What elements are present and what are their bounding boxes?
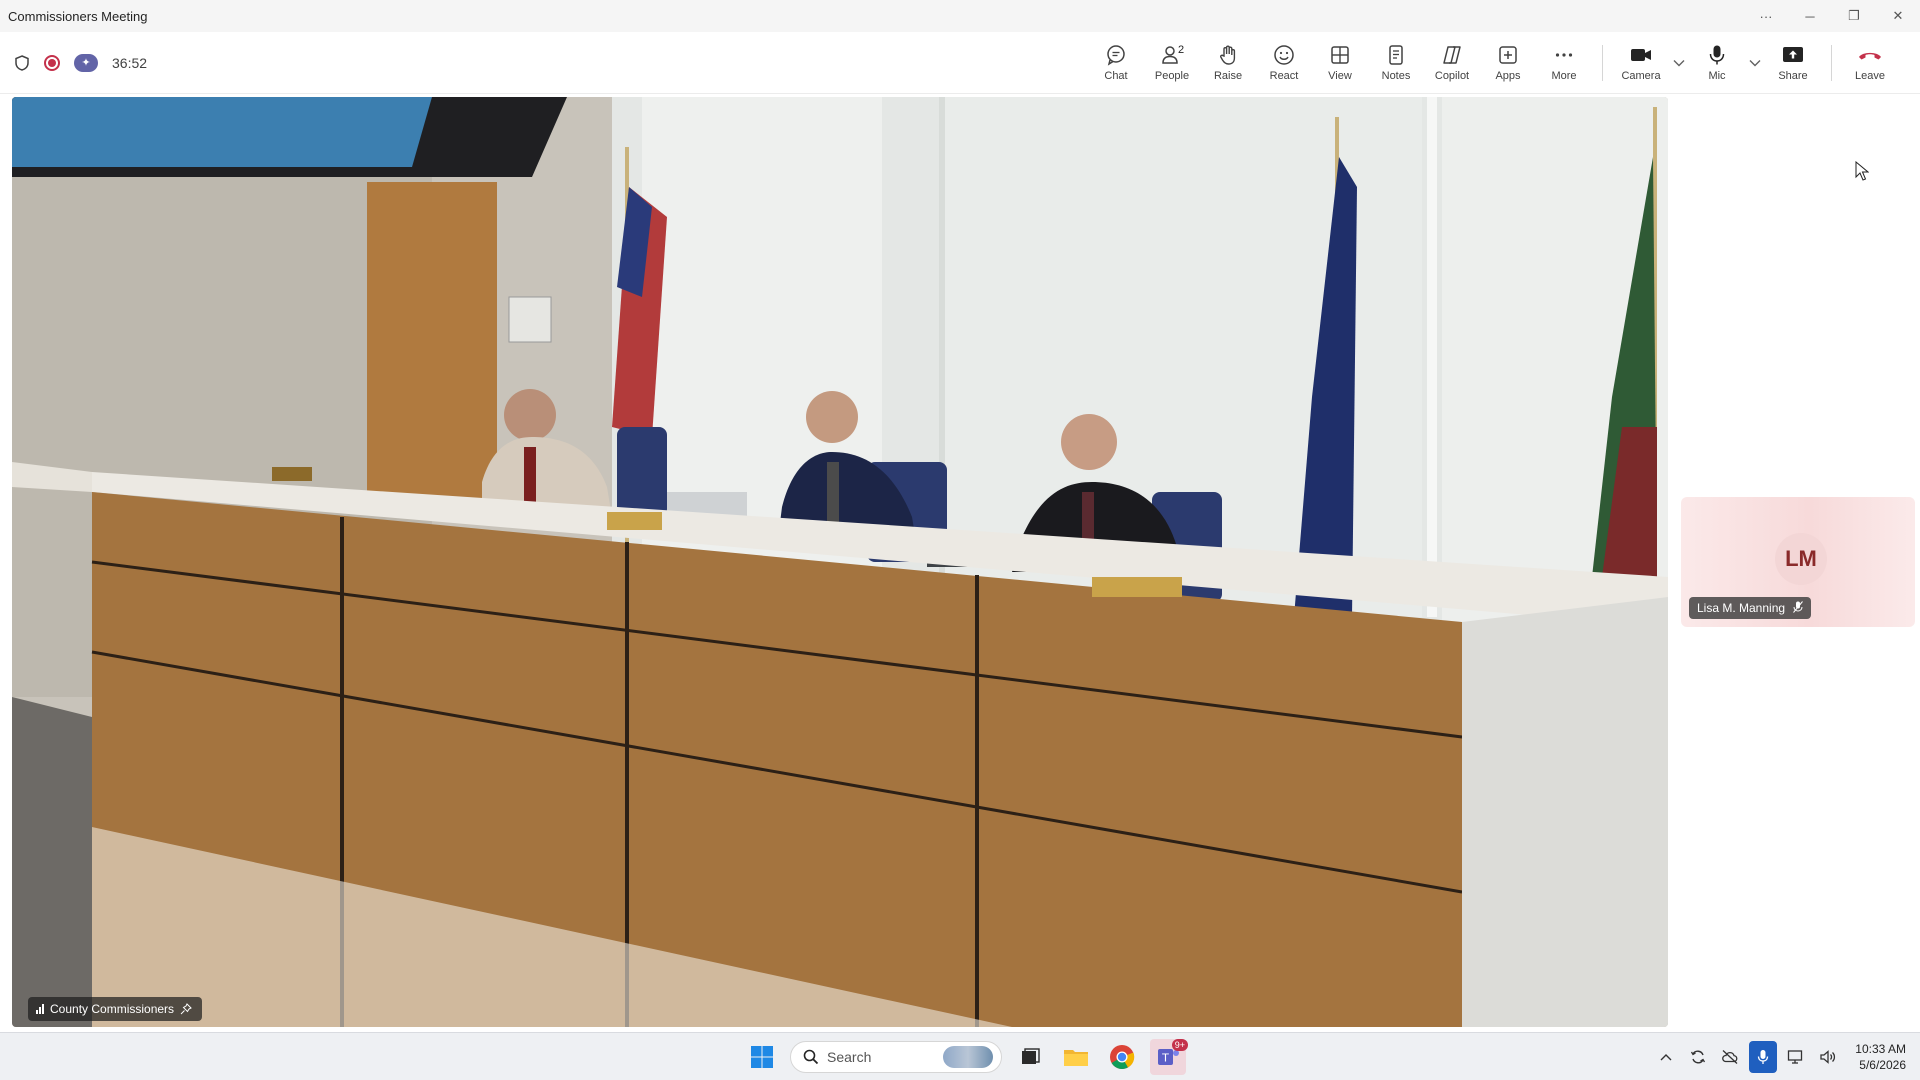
more-icon <box>1553 44 1575 66</box>
file-explorer-icon[interactable] <box>1058 1039 1094 1075</box>
clock-date: 5/6/2026 <box>1859 1058 1906 1072</box>
main-video-stage[interactable]: County Commissioners <box>12 97 1668 1027</box>
search-placeholder: Search <box>827 1049 872 1065</box>
chat-icon <box>1105 44 1127 66</box>
mic-label: Mic <box>1708 69 1726 82</box>
meeting-timer: 36:52 <box>112 54 148 71</box>
teams-notification-badge: 9+ <box>1171 1039 1188 1051</box>
meeting-toolbar: ✦ 36:52 Chat 2 People Raise React View N… <box>0 32 1920 94</box>
mic-options-chevron-icon[interactable] <box>1745 32 1765 94</box>
mic-muted-icon <box>1793 600 1803 616</box>
more-label: More <box>1551 69 1577 82</box>
room-video-feed <box>12 97 1668 1027</box>
mic-icon <box>1706 44 1728 66</box>
people-count: 2 <box>1178 43 1185 56</box>
restore-button[interactable]: ❐ <box>1832 0 1876 32</box>
stage-name: County Commissioners <box>50 1002 175 1016</box>
shield-icon[interactable] <box>14 54 30 71</box>
notes-label: Notes <box>1381 69 1411 82</box>
taskbar-apps: Search T 9+ <box>744 1033 1188 1080</box>
notes-icon <box>1385 44 1407 66</box>
participant-tile[interactable]: LM Lisa M. Manning <box>1681 497 1915 627</box>
participant-name: Lisa M. Manning <box>1697 601 1786 615</box>
view-label: View <box>1328 69 1352 82</box>
people-button[interactable]: 2 People <box>1144 32 1200 94</box>
taskbar: Search T 9+ 10:33 AM 5/6/2026 <box>0 1032 1920 1080</box>
participant-name-tag: Lisa M. Manning <box>1689 597 1812 619</box>
leave-label: Leave <box>1855 69 1885 82</box>
window-controls: ··· ─ ❐ ✕ <box>1744 0 1920 32</box>
camera-button[interactable]: Camera <box>1613 32 1669 94</box>
show-hidden-icons-chevron-icon[interactable] <box>1653 1042 1679 1072</box>
volume-icon[interactable] <box>1815 1042 1841 1072</box>
react-label: React <box>1269 69 1299 82</box>
sync-icon[interactable] <box>1685 1042 1711 1072</box>
people-label: People <box>1154 69 1190 82</box>
taskbar-search[interactable]: Search <box>790 1041 1002 1073</box>
raise-label: Raise <box>1213 69 1243 82</box>
pin-icon[interactable] <box>180 1003 192 1015</box>
minimize-button[interactable]: ─ <box>1788 0 1832 32</box>
copilot-label: Copilot <box>1434 69 1470 82</box>
hang-up-icon <box>1857 44 1883 66</box>
title-bar: Commissioners Meeting ··· ─ ❐ ✕ <box>0 0 1920 32</box>
task-view-icon[interactable] <box>1012 1039 1048 1075</box>
windows-start-icon[interactable] <box>744 1039 780 1075</box>
taskbar-clock[interactable]: 10:33 AM 5/6/2026 <box>1855 1041 1906 1073</box>
mouse-cursor-icon <box>1855 160 1870 186</box>
raise-hand-icon <box>1217 44 1239 66</box>
signal-bars-icon <box>36 1004 44 1014</box>
teams-icon[interactable]: T 9+ <box>1150 1039 1188 1075</box>
leave-button[interactable]: Leave <box>1842 32 1898 94</box>
avatar: LM <box>1775 533 1827 585</box>
meeting-actions: Chat 2 People Raise React View Notes Cop… <box>1088 32 1920 94</box>
view-button[interactable]: View <box>1312 32 1368 94</box>
camera-label: Camera <box>1621 69 1661 82</box>
react-icon <box>1273 44 1295 66</box>
clock-time: 10:33 AM <box>1855 1042 1906 1056</box>
toolbar-divider-2 <box>1831 44 1832 81</box>
search-highlight-icon <box>943 1046 993 1068</box>
share-label: Share <box>1778 69 1808 82</box>
camera-icon <box>1629 44 1653 66</box>
camera-options-chevron-icon[interactable] <box>1669 32 1689 94</box>
copilot-button[interactable]: Copilot <box>1424 32 1480 94</box>
chat-button[interactable]: Chat <box>1088 32 1144 94</box>
stage-name-label: County Commissioners <box>28 997 203 1021</box>
meeting-status: ✦ 36:52 <box>0 53 1088 72</box>
mic-in-use-icon[interactable] <box>1749 1041 1778 1073</box>
copilot-status-icon[interactable]: ✦ <box>74 53 98 72</box>
more-button[interactable]: More <box>1536 32 1592 94</box>
mic-button[interactable]: Mic <box>1689 32 1745 94</box>
chrome-icon[interactable] <box>1104 1039 1140 1075</box>
recording-icon[interactable] <box>44 54 60 71</box>
window-title: Commissioners Meeting <box>8 8 148 24</box>
view-icon <box>1329 44 1351 66</box>
system-tray: 10:33 AM 5/6/2026 <box>1653 1033 1920 1080</box>
network-icon[interactable] <box>1783 1042 1809 1072</box>
apps-label: Apps <box>1495 69 1521 82</box>
cloud-offline-icon[interactable] <box>1717 1042 1743 1072</box>
raise-hand-button[interactable]: Raise <box>1200 32 1256 94</box>
window-more-button[interactable]: ··· <box>1744 0 1788 32</box>
apps-button[interactable]: Apps <box>1480 32 1536 94</box>
share-icon <box>1781 44 1805 66</box>
toolbar-divider <box>1602 44 1603 81</box>
chat-label: Chat <box>1104 69 1128 82</box>
copilot-icon <box>1440 44 1464 66</box>
participant-panel: LM Lisa M. Manning <box>1676 97 1920 1027</box>
share-button[interactable]: Share <box>1765 32 1821 94</box>
apps-icon <box>1497 44 1519 66</box>
close-window-button[interactable]: ✕ <box>1876 0 1920 32</box>
svg-text:T: T <box>1161 1052 1169 1065</box>
notes-button[interactable]: Notes <box>1368 32 1424 94</box>
react-button[interactable]: React <box>1256 32 1312 94</box>
search-icon <box>803 1049 819 1065</box>
